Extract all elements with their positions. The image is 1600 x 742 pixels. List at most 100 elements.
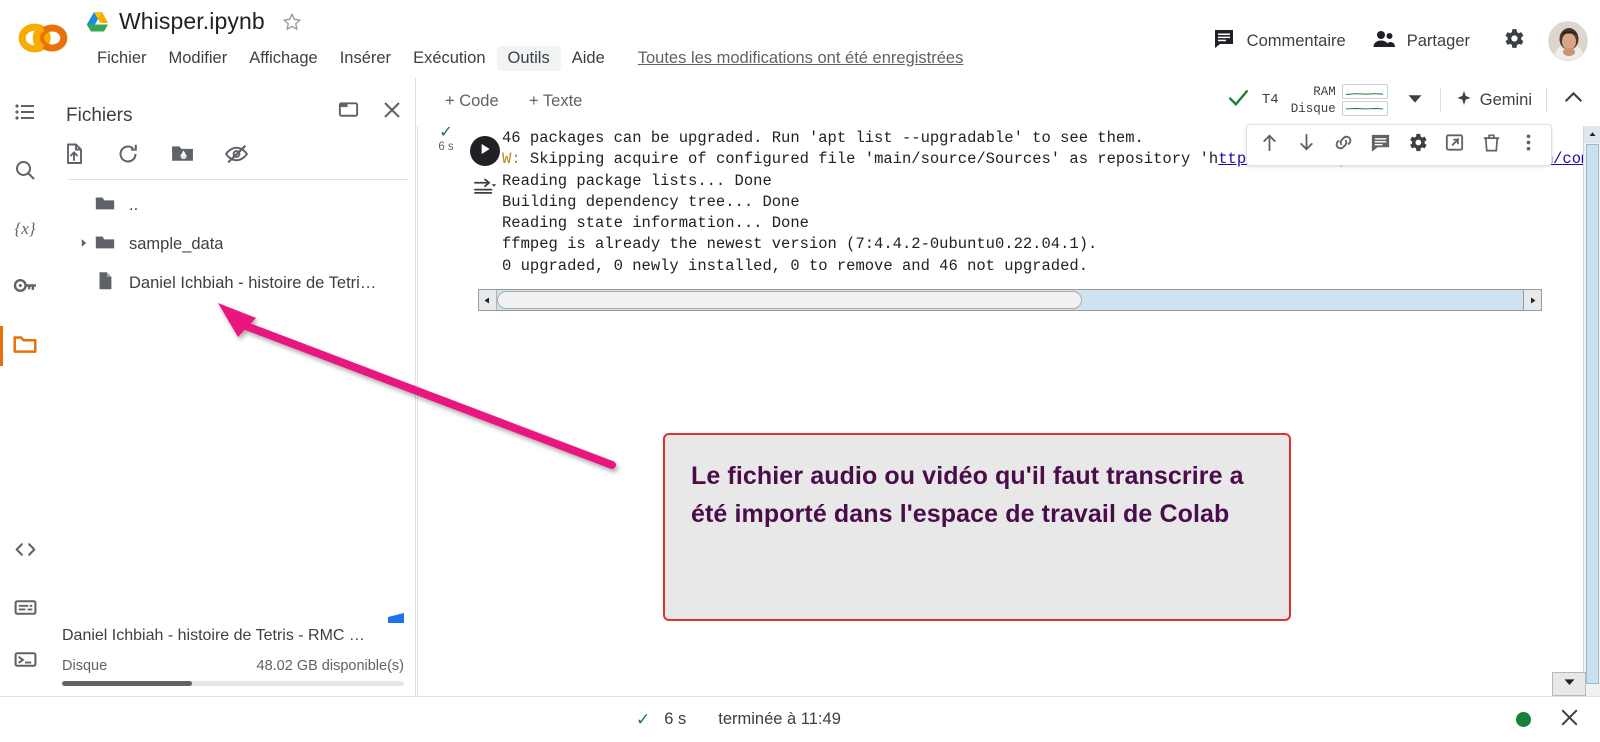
colab-logo[interactable] (18, 18, 68, 58)
mirror-cell-button[interactable] (1436, 127, 1473, 164)
comment-icon (1212, 27, 1236, 56)
folder-icon (94, 231, 116, 258)
file-tree: .. sample_data Daniel Ichbiah - histoire… (50, 186, 416, 303)
move-cell-down-icon (1295, 131, 1318, 159)
toc-icon (13, 100, 37, 129)
close-icon (1557, 709, 1582, 734)
file-tree-row-audio-file[interactable]: Daniel Ichbiah - histoire de Tetris … (50, 264, 416, 303)
gemini-label: Gemini (1479, 90, 1532, 109)
add-comment-button[interactable] (1362, 127, 1399, 164)
status-finished-text: terminée à 11:49 (718, 710, 841, 728)
add-text-cell-button[interactable]: + Texte (521, 89, 590, 114)
upload-file-button[interactable] (58, 140, 90, 172)
file-icon (94, 270, 116, 297)
toolbar-divider (1439, 88, 1441, 112)
menu-item-fichier[interactable]: Fichier (86, 46, 158, 71)
parent-folder-icon (94, 192, 116, 219)
left-icon-rail: {x} (0, 78, 50, 696)
output-line: Building dependency tree... Done (502, 192, 800, 211)
link-to-cell-button[interactable] (1325, 127, 1362, 164)
notebook-title[interactable]: Whisper.ipynb (119, 8, 265, 35)
toggle-hidden-icon (224, 141, 249, 171)
mount-drive-button[interactable] (166, 140, 198, 172)
disk-meter-label: Disque (1290, 101, 1336, 116)
files-divider (68, 179, 408, 180)
disk-sparkline (1341, 101, 1388, 116)
scroll-right-arrow[interactable] (1524, 289, 1542, 311)
file-tree-label: .. (129, 196, 139, 214)
add-comment-icon (1369, 131, 1392, 159)
menu-bar: Fichier Modifier Affichage Insérer Exécu… (86, 46, 963, 71)
menu-item-aide[interactable]: Aide (561, 46, 616, 71)
menu-item-execution[interactable]: Exécution (402, 46, 496, 71)
run-cell-button[interactable] (470, 136, 500, 166)
rail-item-toc[interactable] (0, 88, 50, 140)
menu-item-inserer[interactable]: Insérer (329, 46, 402, 71)
refresh-button[interactable] (112, 140, 144, 172)
close-statusbar-button[interactable] (1557, 705, 1582, 735)
gemini-button[interactable]: Gemini (1455, 89, 1532, 112)
move-cell-up-button[interactable] (1251, 127, 1288, 164)
user-avatar[interactable] (1548, 21, 1588, 61)
disk-usage-bar (62, 681, 404, 686)
rail-item-command-palette[interactable] (0, 584, 50, 636)
delete-cell-button[interactable] (1473, 127, 1510, 164)
output-line: 0 upgraded, 0 newly installed, 0 to remo… (502, 256, 1088, 275)
svg-text:{x}: {x} (14, 219, 35, 238)
close-files-panel-button[interactable] (376, 96, 408, 128)
rail-item-files[interactable] (0, 320, 50, 372)
output-horizontal-scrollbar[interactable] (478, 289, 1524, 311)
rail-item-variables[interactable]: {x} (0, 204, 50, 256)
file-tree-row-sample-data[interactable]: sample_data (50, 225, 416, 264)
scroll-up-arrow[interactable] (1584, 126, 1600, 143)
runtime-dropdown-button[interactable] (1404, 87, 1426, 114)
search-icon (13, 158, 37, 187)
code-snippets-icon (13, 537, 38, 567)
cell-toolbar (1246, 124, 1552, 166)
star-icon[interactable] (281, 11, 303, 33)
cell-settings-button[interactable] (1399, 127, 1436, 164)
menu-item-affichage[interactable]: Affichage (238, 46, 329, 71)
files-panel-header: Fichiers (50, 96, 416, 136)
connection-status-dot (1516, 712, 1531, 727)
file-tree-row-parent[interactable]: .. (50, 186, 416, 225)
move-cell-down-button[interactable] (1288, 127, 1325, 164)
refresh-icon (116, 142, 140, 171)
share-label: Partager (1406, 31, 1470, 50)
output-options-button[interactable] (470, 174, 500, 202)
share-button[interactable]: Partager (1359, 20, 1483, 63)
rail-item-code-snippets[interactable] (0, 526, 50, 578)
rail-item-secrets[interactable] (0, 262, 50, 314)
menu-item-modifier[interactable]: Modifier (158, 46, 239, 71)
annotation-callout: Le fichier audio ou vidéo qu'il faut tra… (663, 433, 1291, 621)
add-code-cell-button[interactable]: + Code (437, 89, 507, 114)
file-tree-label: Daniel Ichbiah - histoire de Tetris … (129, 274, 384, 292)
app-header: Whisper.ipynb Fichier Modifier Affichage… (0, 0, 1600, 78)
cell-success-check-icon: ✓ (439, 124, 453, 141)
google-drive-icon (86, 11, 110, 32)
panel-collapse-button[interactable] (332, 96, 364, 128)
rail-item-terminal[interactable] (0, 636, 50, 688)
toggle-hidden-files-button[interactable] (220, 140, 252, 172)
settings-button[interactable] (1493, 18, 1534, 64)
scroll-left-arrow[interactable] (479, 290, 497, 310)
rail-item-search[interactable] (0, 146, 50, 198)
save-status-link[interactable]: Toutes les modifications ont été enregis… (638, 49, 964, 68)
menu-item-outils[interactable]: Outils (496, 46, 561, 71)
resource-meters[interactable]: RAM Disque (1291, 84, 1388, 116)
chevron-right-icon[interactable] (78, 236, 94, 254)
scrollbar-track[interactable] (497, 290, 1523, 310)
scrollbar-thumb[interactable] (497, 291, 1082, 309)
page-vertical-scrollbar[interactable] (1583, 126, 1600, 696)
collapse-toolbar-button[interactable] (1561, 85, 1586, 115)
header-actions: Commentaire Partager (1199, 18, 1588, 64)
comment-button[interactable]: Commentaire (1199, 20, 1359, 63)
disk-available-value: 48.02 GB disponible(s) (256, 658, 405, 674)
more-options-button[interactable] (1510, 127, 1547, 164)
delete-cell-icon (1480, 131, 1503, 159)
ram-label: RAM (1313, 84, 1336, 99)
output-collapse-icon (473, 175, 497, 202)
chevron-down-icon (1404, 94, 1426, 113)
statusbar-dropdown-button[interactable] (1552, 672, 1586, 696)
vertical-scrollbar-thumb[interactable] (1586, 144, 1599, 684)
